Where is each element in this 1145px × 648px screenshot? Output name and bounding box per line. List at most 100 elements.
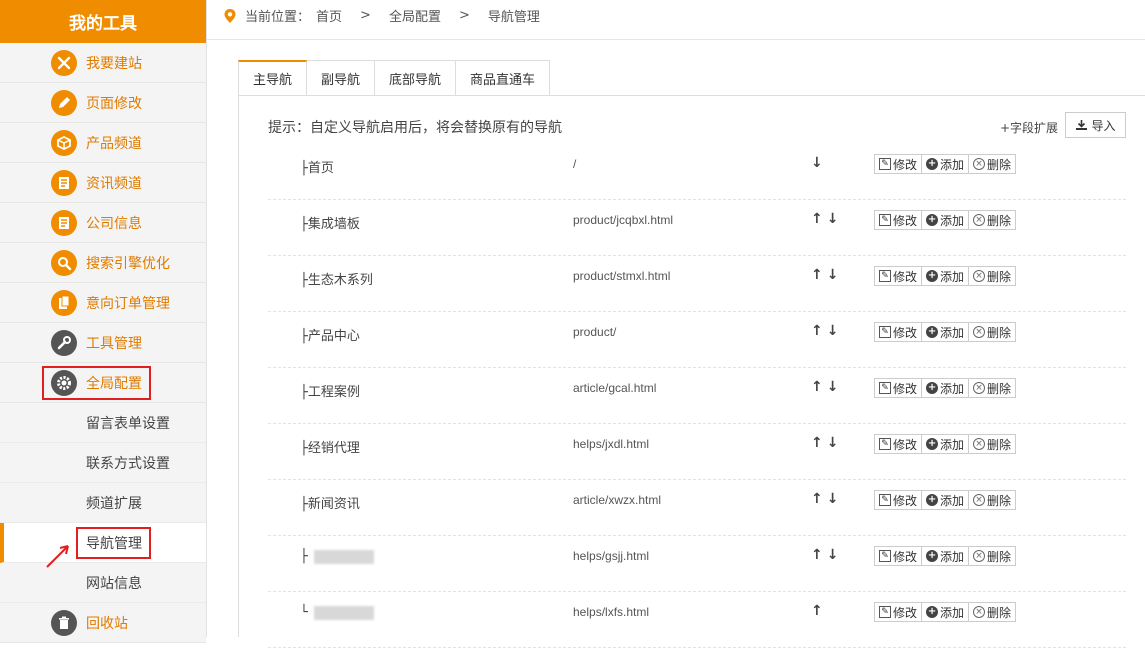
move-arrows[interactable]: ↑ xyxy=(811,603,827,619)
sidebar-item-label: 公司信息 xyxy=(86,215,142,232)
add-button[interactable]: + 添加 xyxy=(922,154,970,174)
breadcrumb-home[interactable]: 首页 xyxy=(316,6,342,25)
breadcrumb-separator: > xyxy=(360,8,371,23)
delete-button[interactable]: × 删除 xyxy=(969,602,1017,622)
delete-button[interactable]: × 删除 xyxy=(969,490,1017,510)
plus-icon: + xyxy=(926,214,939,226)
pencil-icon xyxy=(51,90,77,116)
sidebar-item-orders[interactable]: 意向订单管理 xyxy=(0,283,206,323)
plus-icon: + xyxy=(926,270,939,282)
sidebar-item-label: 回收站 xyxy=(86,615,128,632)
add-button[interactable]: + 添加 xyxy=(922,602,970,622)
sidebar-subitem-channel-extend[interactable]: 频道扩展 xyxy=(0,483,206,523)
sidebar-item-company[interactable]: 公司信息 xyxy=(0,203,206,243)
row-actions: ✎ 修改 + 添加 × 删除 xyxy=(874,210,1017,230)
edit-button[interactable]: ✎ 修改 xyxy=(874,322,923,342)
edit-icon: ✎ xyxy=(879,550,891,562)
sidebar-item-build-site[interactable]: 我要建站 xyxy=(0,43,206,83)
add-button[interactable]: + 添加 xyxy=(922,266,970,286)
sidebar-item-label: 产品频道 xyxy=(86,135,142,152)
add-button[interactable]: + 添加 xyxy=(922,434,970,454)
close-icon: × xyxy=(973,438,986,450)
sidebar-item-tools[interactable]: 工具管理 xyxy=(0,323,206,363)
table-row: ├产品中心 product/ ↑↓ ✎ 修改 + 添加 × 删除 xyxy=(268,312,1126,368)
edit-icon: ✎ xyxy=(879,214,891,226)
plus-icon: + xyxy=(926,494,939,506)
delete-button[interactable]: × 删除 xyxy=(969,322,1017,342)
sidebar-item-news[interactable]: 资讯频道 xyxy=(0,163,206,203)
edit-icon: ✎ xyxy=(879,326,891,338)
close-icon: × xyxy=(973,270,986,282)
tab-product-express[interactable]: 商品直通车 xyxy=(456,60,551,96)
move-arrows[interactable]: ↓ xyxy=(811,155,827,171)
field-extend-link[interactable]: +字段扩展 xyxy=(1000,119,1058,136)
add-button[interactable]: + 添加 xyxy=(922,378,970,398)
tab-footer-nav[interactable]: 底部导航 xyxy=(375,60,457,96)
move-arrows[interactable]: ↑↓ xyxy=(811,323,842,339)
plus-icon: + xyxy=(926,550,939,562)
edit-button[interactable]: ✎ 修改 xyxy=(874,210,923,230)
table-row: ├首页 / ↓ ✎ 修改 + 添加 × 删除 xyxy=(268,144,1126,200)
move-arrows[interactable]: ↑↓ xyxy=(811,267,842,283)
add-button[interactable]: + 添加 xyxy=(922,490,970,510)
row-actions: ✎ 修改 + 添加 × 删除 xyxy=(874,490,1017,510)
edit-button[interactable]: ✎ 修改 xyxy=(874,378,923,398)
sidebar-item-recycle[interactable]: 回收站 xyxy=(0,603,206,643)
table-row: ├ helps/gsjj.html ↑↓ ✎ 修改 + 添加 × 删除 xyxy=(268,536,1126,592)
sidebar-subitem-form-settings[interactable]: 留言表单设置 xyxy=(0,403,206,443)
plus-icon: + xyxy=(926,326,939,338)
sidebar-item-page-edit[interactable]: 页面修改 xyxy=(0,83,206,123)
import-button[interactable]: 导入 xyxy=(1065,112,1126,138)
move-arrows[interactable]: ↑↓ xyxy=(811,379,842,395)
divider xyxy=(207,39,1145,40)
divider xyxy=(238,95,239,637)
breadcrumb: 当前位置： 首页 > 全局配置 > 导航管理 xyxy=(223,0,540,31)
delete-button[interactable]: × 删除 xyxy=(969,434,1017,454)
sidebar-subitem-site-info[interactable]: 网站信息 xyxy=(0,563,206,603)
tab-main-nav[interactable]: 主导航 xyxy=(238,60,308,96)
location-pin-icon xyxy=(224,8,236,23)
nav-item-name: ├首页 xyxy=(300,161,334,176)
delete-button[interactable]: × 删除 xyxy=(969,378,1017,398)
trash-icon xyxy=(51,610,77,636)
move-arrows[interactable]: ↑↓ xyxy=(811,435,842,451)
sidebar-item-label: 资讯频道 xyxy=(86,175,142,192)
row-actions: ✎ 修改 + 添加 × 删除 xyxy=(874,266,1017,286)
edit-button[interactable]: ✎ 修改 xyxy=(874,490,923,510)
close-icon: × xyxy=(973,382,986,394)
nav-item-url: / xyxy=(573,157,577,171)
edit-button[interactable]: ✎ 修改 xyxy=(874,434,923,454)
nav-item-name: ├新闻资讯 xyxy=(300,497,360,512)
nav-item-name: ├生态木系列 xyxy=(300,273,373,288)
edit-button[interactable]: ✎ 修改 xyxy=(874,154,923,174)
breadcrumb-level1[interactable]: 全局配置 xyxy=(389,6,441,25)
edit-button[interactable]: ✎ 修改 xyxy=(874,602,923,622)
add-button[interactable]: + 添加 xyxy=(922,210,970,230)
nav-item-url: article/gcal.html xyxy=(573,381,657,395)
move-arrows[interactable]: ↑↓ xyxy=(811,491,842,507)
close-icon: × xyxy=(973,550,986,562)
sidebar-subitem-contact-settings[interactable]: 联系方式设置 xyxy=(0,443,206,483)
add-button[interactable]: + 添加 xyxy=(922,546,970,566)
import-icon xyxy=(1076,120,1088,130)
edit-button[interactable]: ✎ 修改 xyxy=(874,546,923,566)
delete-button[interactable]: × 删除 xyxy=(969,210,1017,230)
divider xyxy=(238,95,1145,96)
nav-item-name: ├工程案例 xyxy=(300,385,360,400)
breadcrumb-level2: 导航管理 xyxy=(487,10,540,25)
delete-button[interactable]: × 删除 xyxy=(969,546,1017,566)
sidebar: 我的工具 我要建站 页面修改 产品频道 资讯频道 公司信息 搜索引擎优化 意向订… xyxy=(0,0,207,643)
plus-icon: + xyxy=(926,382,939,394)
delete-button[interactable]: × 删除 xyxy=(969,154,1017,174)
nav-item-name: ├经销代理 xyxy=(300,441,360,456)
edit-button[interactable]: ✎ 修改 xyxy=(874,266,923,286)
tab-sub-nav[interactable]: 副导航 xyxy=(307,60,376,96)
move-arrows[interactable]: ↑↓ xyxy=(811,211,842,227)
delete-button[interactable]: × 删除 xyxy=(969,266,1017,286)
nav-item-name: └ xyxy=(300,605,374,620)
sidebar-item-products[interactable]: 产品频道 xyxy=(0,123,206,163)
close-icon: × xyxy=(973,606,986,618)
add-button[interactable]: + 添加 xyxy=(922,322,970,342)
move-arrows[interactable]: ↑↓ xyxy=(811,547,842,563)
sidebar-item-seo[interactable]: 搜索引擎优化 xyxy=(0,243,206,283)
